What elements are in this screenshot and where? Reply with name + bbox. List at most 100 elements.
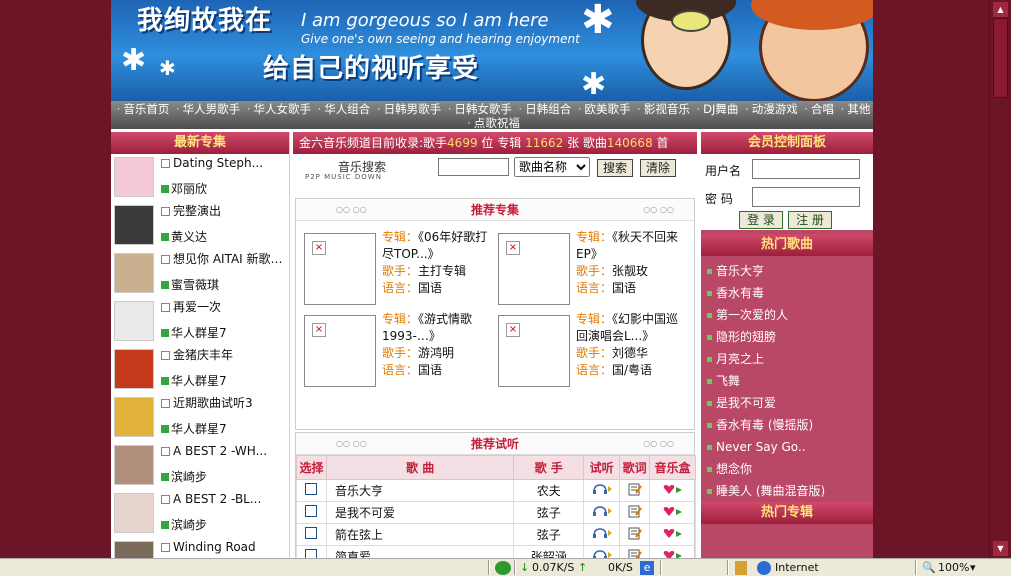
lyrics-icon[interactable]	[628, 483, 642, 496]
song-checkbox[interactable]	[305, 549, 318, 558]
album-name-link[interactable]: A BEST 2 -BL...	[161, 492, 287, 507]
album-singer[interactable]: 主打专辑	[418, 264, 466, 278]
album-singer-link[interactable]: 华人群星7	[161, 372, 227, 389]
scroll-down-icon[interactable]: ▼	[993, 541, 1008, 556]
hot-song-item[interactable]: 香水有毒 (慢摇版)	[707, 414, 873, 436]
album-name-link[interactable]: A BEST 2 -WH...	[161, 444, 287, 459]
add-to-musicbox-icon[interactable]	[662, 527, 684, 539]
hot-song-title[interactable]: 月亮之上	[716, 352, 764, 366]
nav-item[interactable]: 合唱	[811, 102, 834, 116]
nav-item[interactable]: 华人组合	[324, 102, 370, 116]
password-input[interactable]	[752, 187, 860, 207]
nav-item[interactable]: 华人女歌手	[253, 102, 311, 116]
lyrics-icon[interactable]	[628, 549, 642, 559]
headphones-icon[interactable]	[591, 505, 613, 517]
song-checkbox[interactable]	[305, 483, 318, 495]
album-name-link[interactable]: Winding Road	[161, 540, 287, 555]
album-name-link[interactable]: 再爱一次	[161, 300, 287, 315]
album-item[interactable]: A BEST 2 -WH... 滨崎步	[111, 442, 289, 490]
album-item[interactable]: Dating Steph... 邓丽欣	[111, 154, 289, 202]
album-thumbnail[interactable]	[114, 349, 154, 389]
album-thumbnail[interactable]	[114, 205, 154, 245]
headphones-icon[interactable]	[591, 483, 613, 495]
vertical-scrollbar[interactable]: ▲ ▼	[989, 0, 1011, 558]
hot-song-title[interactable]: 睡美人 (舞曲混音版)	[716, 484, 825, 498]
nav-item[interactable]: 音乐首页	[123, 102, 169, 116]
song-title[interactable]: 箭在弦上	[325, 523, 515, 546]
album-cover[interactable]: ×	[498, 233, 570, 305]
album-singer-link[interactable]: 滨崎步	[161, 468, 207, 485]
album-name-link[interactable]: Dating Steph...	[161, 156, 287, 171]
album-thumbnail[interactable]	[114, 445, 154, 485]
recommended-album[interactable]: × 专辑：《秋天不回来EP》 歌手：张靓玫 语言：国语	[490, 229, 680, 305]
add-to-musicbox-icon[interactable]	[662, 549, 684, 558]
album-singer-link[interactable]: 邓丽欣	[161, 180, 207, 197]
hot-song-item[interactable]: 香水有毒	[707, 282, 873, 304]
zoom-level[interactable]: 100%	[938, 561, 969, 575]
album-name-link[interactable]: 完整演出	[161, 204, 287, 219]
hot-song-item[interactable]: 音乐大亨	[707, 260, 873, 282]
hot-song-item[interactable]: 想念你	[707, 458, 873, 480]
hot-song-title[interactable]: Never Say Go..	[716, 440, 806, 454]
song-singer[interactable]: 弦子	[513, 501, 585, 524]
album-thumbnail[interactable]	[114, 397, 154, 437]
song-title[interactable]: 简直爱	[325, 545, 515, 558]
hot-song-title[interactable]: 香水有毒	[716, 286, 764, 300]
hot-song-item[interactable]: 是我不可爱	[707, 392, 873, 414]
album-thumbnail[interactable]	[114, 253, 154, 293]
album-singer-link[interactable]: 华人群星7	[161, 420, 227, 437]
nav-item[interactable]: DJ舞曲	[703, 102, 738, 116]
lyrics-icon[interactable]	[628, 527, 642, 540]
album-item[interactable]: 金猪庆丰年华人群星7	[111, 346, 289, 394]
album-item[interactable]: Winding Road	[111, 538, 289, 558]
album-name-link[interactable]: 想见你 AITAI 新歌…	[161, 252, 287, 267]
zoom-dropdown-icon[interactable]: ▾	[970, 561, 976, 575]
album-item[interactable]: 完整演出 黄义达	[111, 202, 289, 250]
album-item[interactable]: 再爱一次 华人群星7	[111, 298, 289, 346]
nav-item[interactable]: 点歌祝福	[474, 116, 520, 130]
add-to-musicbox-icon[interactable]	[662, 505, 684, 517]
song-title[interactable]: 音乐大亨	[325, 479, 515, 502]
nav-item[interactable]: 其他	[847, 102, 870, 116]
album-cover[interactable]: ×	[304, 233, 376, 305]
album-thumbnail[interactable]	[114, 493, 154, 533]
album-name-link[interactable]: 金猪庆丰年	[161, 348, 287, 363]
song-title[interactable]: 是我不可爱	[325, 501, 515, 524]
scrollbar-thumb[interactable]	[993, 18, 1008, 98]
album-thumbnail[interactable]	[114, 157, 154, 197]
hot-song-title[interactable]: 是我不可爱	[716, 396, 776, 410]
nav-item[interactable]: 日韩组合	[525, 102, 571, 116]
username-input[interactable]	[752, 159, 860, 179]
album-thumbnail[interactable]	[114, 301, 154, 341]
hot-song-item[interactable]: 飞舞	[707, 370, 873, 392]
song-checkbox[interactable]	[305, 527, 318, 539]
album-item[interactable]: 想见你 AITAI 新歌… 蜜雪薇琪	[111, 250, 289, 298]
album-name-link[interactable]: 近期歌曲试听3	[161, 396, 287, 411]
album-cover[interactable]: ×	[304, 315, 376, 387]
add-to-musicbox-icon[interactable]	[662, 483, 684, 495]
album-singer-link[interactable]: 蜜雪薇琪	[161, 276, 219, 293]
login-button[interactable]: 登 录	[739, 211, 783, 229]
album-singer[interactable]: 张靓玫	[612, 264, 648, 278]
hot-song-title[interactable]: 飞舞	[716, 374, 740, 388]
nav-item[interactable]: 影视音乐	[644, 102, 690, 116]
recommended-album[interactable]: × 专辑：《幻影中国巡回演唱会L...》 歌手：刘德华 语言：国/粤语	[490, 311, 680, 387]
song-checkbox[interactable]	[305, 505, 318, 517]
hot-song-item[interactable]: 隐形的翅膀	[707, 326, 873, 348]
zoom-icon[interactable]: 🔍	[922, 561, 936, 575]
recommended-album[interactable]: × 专辑：《06年好歌打尽TOP...》 歌手：主打专辑 语言：国语	[296, 229, 487, 305]
album-thumbnail[interactable]	[114, 541, 154, 558]
album-cover[interactable]: ×	[498, 315, 570, 387]
recommended-album[interactable]: × 专辑：《游式情歌1993-…》 歌手：游鸿明 语言：国语	[296, 311, 486, 387]
hot-song-title[interactable]: 音乐大亨	[716, 264, 764, 278]
nav-item[interactable]: 动漫游戏	[752, 102, 798, 116]
search-type-select[interactable]: 歌曲名称	[514, 157, 590, 177]
hot-song-title[interactable]: 第一次爱的人	[716, 308, 788, 322]
hot-song-item[interactable]: 第一次爱的人	[707, 304, 873, 326]
hot-song-title[interactable]: 隐形的翅膀	[716, 330, 776, 344]
hot-song-title[interactable]: 香水有毒 (慢摇版)	[716, 418, 813, 432]
hot-song-item[interactable]: 月亮之上	[707, 348, 873, 370]
hot-song-item[interactable]: Never Say Go..	[707, 436, 873, 458]
song-singer[interactable]: 农夫	[513, 479, 585, 502]
scroll-up-icon[interactable]: ▲	[993, 2, 1008, 17]
